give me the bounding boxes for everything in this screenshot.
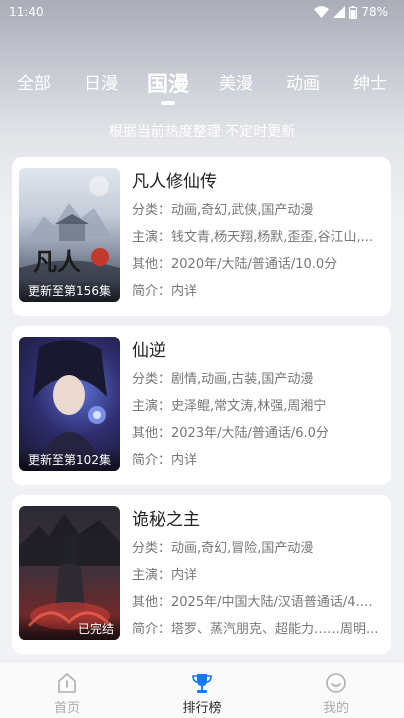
item-intro: 简介：内详 (132, 453, 198, 468)
bottom-navigation: 首页 排行榜 我的 (0, 661, 404, 718)
ranking-subtitle: 根据当前热度整理 不定时更新 (108, 124, 296, 140)
tab-chinese-anime[interactable]: 国漫 (147, 66, 189, 102)
item-info: 凡人修仙传 分类：动画,奇幻,武侠,国产动漫 主演：钱文青,杨天翔,杨默,歪歪,… (132, 169, 382, 305)
item-other: 其他：2020年/大陆/普通话/10.0分 (132, 257, 338, 272)
category-tabs: 全部 日漫 国漫 美漫 动画 绅士 (0, 66, 404, 104)
episode-badge: 更新至第102集 (19, 449, 120, 471)
wifi-icon (314, 6, 330, 18)
home-icon (58, 673, 76, 693)
nav-ranking[interactable]: 排行榜 (162, 662, 242, 718)
item-other: 其他：2025年/中国大陆/汉语普通话/4.9... (132, 595, 380, 610)
item-cast: 主演：内详 (132, 568, 198, 583)
nav-profile[interactable]: 我的 (296, 662, 376, 718)
poster-image: 凡人 更新至第156集 (19, 168, 120, 302)
poster-image: 更新至第102集 (19, 337, 120, 471)
signal-icon (333, 6, 346, 18)
item-cast: 主演：钱文青,杨天翔,杨默,歪歪,谷江山,... (132, 230, 374, 245)
battery-icon (349, 5, 358, 19)
item-genre: 分类：剧情,动画,古装,国产动漫 (132, 372, 314, 387)
battery-level: 78% (361, 5, 388, 19)
status-bar: 11:40 78% (0, 0, 404, 24)
poster-image: 已完结 (19, 506, 120, 640)
episode-badge: 更新至第156集 (19, 280, 120, 302)
item-genre: 分类：动画,奇幻,冒险,国产动漫 (132, 541, 314, 556)
item-genre: 分类：动画,奇幻,武侠,国产动漫 (132, 203, 314, 218)
tab-japanese-anime[interactable]: 日漫 (84, 66, 118, 102)
item-cast: 主演：史泽鲲,常文涛,林强,周湘宁 (132, 399, 327, 414)
nav-home[interactable]: 首页 (27, 662, 107, 718)
status-time: 11:40 (9, 5, 44, 19)
nav-home-label: 首页 (53, 701, 80, 716)
status-icons: 78% (314, 5, 388, 19)
active-tab-indicator (161, 101, 175, 105)
nav-profile-label: 我的 (322, 701, 349, 716)
item-title: 凡人修仙传 (132, 172, 217, 192)
item-intro: 简介：塔罗、蒸汽朋克、超能力……周明... (132, 622, 379, 637)
poster-seal (91, 248, 109, 266)
item-info: 诡秘之主 分类：动画,奇幻,冒险,国产动漫 主演：内详 其他：2025年/中国大… (132, 507, 382, 643)
tab-gentleman[interactable]: 绅士 (353, 66, 387, 102)
poster-title-art: 凡人 (33, 247, 81, 276)
nav-ranking-label: 排行榜 (182, 701, 222, 716)
list-item[interactable]: 更新至第102集 仙逆 分类：剧情,动画,古装,国产动漫 主演：史泽鲲,常文涛,… (12, 326, 391, 485)
tab-all[interactable]: 全部 (17, 66, 51, 102)
item-title: 仙逆 (132, 341, 166, 361)
status-badge: 已完结 (19, 618, 120, 640)
item-title: 诡秘之主 (132, 510, 200, 530)
item-other: 其他：2023年/大陆/普通话/6.0分 (132, 426, 329, 441)
tab-american-anime[interactable]: 美漫 (219, 66, 253, 102)
list-item[interactable]: 凡人 更新至第156集 凡人修仙传 分类：动画,奇幻,武侠,国产动漫 主演：钱文… (12, 157, 391, 316)
profile-smile-icon (326, 673, 346, 693)
item-intro: 简介：内详 (132, 284, 198, 299)
trophy-icon (192, 674, 212, 693)
item-info: 仙逆 分类：剧情,动画,古装,国产动漫 主演：史泽鲲,常文涛,林强,周湘宁 其他… (132, 338, 382, 474)
tab-animation[interactable]: 动画 (286, 66, 320, 102)
list-item[interactable]: 已完结 诡秘之主 分类：动画,奇幻,冒险,国产动漫 主演：内详 其他：2025年… (12, 495, 391, 654)
